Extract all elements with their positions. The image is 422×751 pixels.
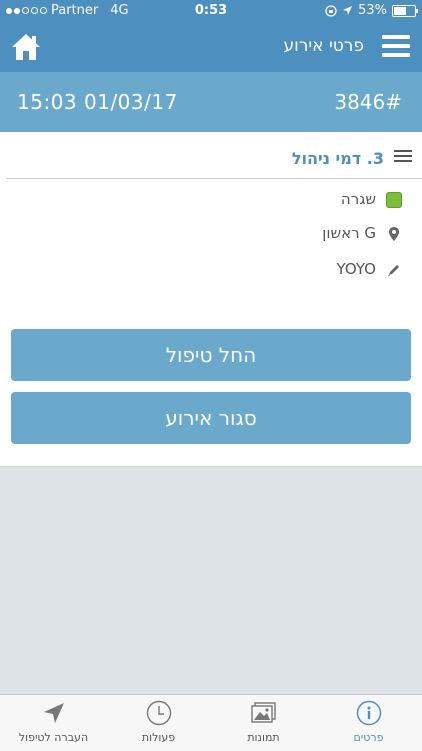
info-icon (356, 700, 382, 726)
send-icon (44, 703, 64, 723)
location-arrow-icon (343, 6, 353, 15)
note-text: YOYO (336, 260, 376, 278)
nav-bar: פרטי אירוע (0, 22, 422, 72)
page-title: פרטי אירוע (283, 36, 364, 56)
status-bar: Partner 4G 0:53 53% (0, 0, 422, 22)
close-event-button[interactable]: סגור אירוע (11, 392, 411, 444)
tab-transfer-label: העברה לטיפול (18, 731, 89, 744)
details-heading: 3. דמי ניהול (6, 144, 422, 179)
start-treatment-button[interactable]: החל טיפול (11, 329, 411, 381)
tab-transfer[interactable]: העברה לטיפול (1, 695, 106, 751)
tab-details[interactable]: פרטים (316, 695, 421, 751)
list-icon (394, 150, 412, 164)
status-row: שגרה (0, 186, 422, 216)
status-text: שגרה (340, 190, 376, 208)
hamburger-menu-icon (382, 35, 410, 39)
event-datetime: 15:03 01/03/17 (17, 90, 178, 114)
event-number: 3846# (334, 90, 402, 114)
tab-actions[interactable]: פעולות (106, 695, 211, 751)
tab-photos[interactable]: תמונות (211, 695, 316, 751)
menu-button[interactable] (382, 35, 410, 59)
location-row: G ראשון (0, 220, 422, 250)
event-header: 15:03 01/03/17 3846# (0, 72, 422, 132)
pencil-icon (388, 265, 399, 276)
tab-photos-label: תמונות (247, 731, 280, 744)
tab-details-label: פרטים (353, 731, 384, 744)
status-right: 53% (325, 3, 418, 18)
battery-percent: 53% (358, 3, 387, 18)
clock-icon (146, 700, 172, 726)
event-details-card: 3. דמי ניהול שגרה G ראשון YOYO החל טיפול… (0, 132, 422, 467)
location-pin-icon (389, 227, 399, 241)
status-square-icon (386, 192, 402, 208)
tab-bar: פרטים תמונות פעולות העברה לטיפול (0, 694, 422, 751)
home-icon (12, 34, 40, 60)
battery-icon (392, 4, 418, 17)
photos-icon (251, 702, 276, 723)
note-row: YOYO (0, 256, 422, 286)
tab-actions-label: פעולות (141, 731, 176, 744)
event-category-label: 3. דמי ניהול (291, 149, 384, 168)
location-text: G ראשון (322, 224, 376, 242)
home-button[interactable] (10, 32, 42, 62)
orientation-lock-icon (325, 4, 337, 17)
